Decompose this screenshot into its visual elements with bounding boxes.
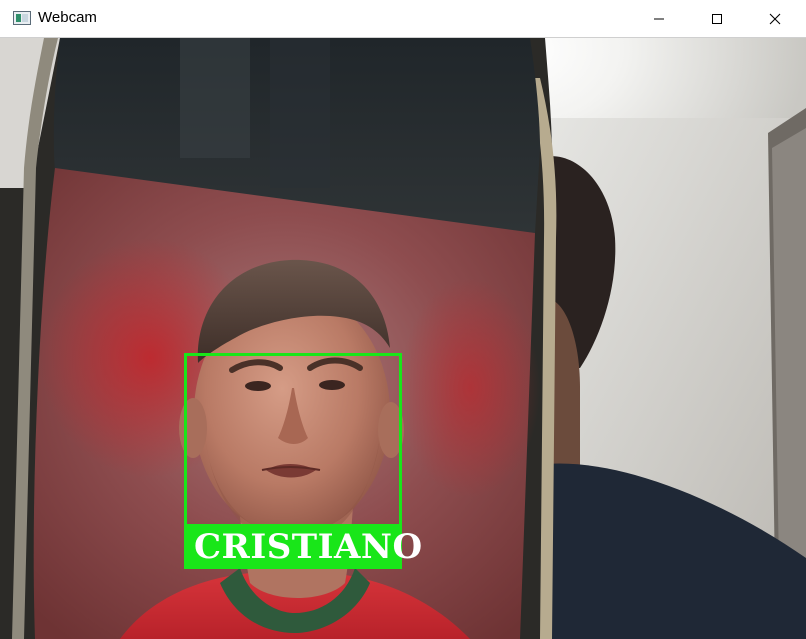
window-title: Webcam — [38, 9, 97, 26]
minimize-button[interactable] — [636, 0, 682, 37]
minimize-icon — [654, 18, 664, 19]
webcam-window: Webcam CRISTIANO — [0, 0, 806, 639]
maximize-icon — [712, 13, 722, 24]
app-window-icon — [13, 11, 31, 25]
close-button[interactable] — [752, 0, 798, 37]
close-icon — [769, 13, 781, 24]
maximize-button[interactable] — [694, 0, 740, 37]
webcam-video-frame: CRISTIANO — [0, 38, 806, 639]
detected-name-text: CRISTIANO — [194, 527, 423, 567]
title-bar[interactable]: Webcam — [0, 0, 806, 38]
detected-name-label: CRISTIANO — [184, 524, 422, 569]
